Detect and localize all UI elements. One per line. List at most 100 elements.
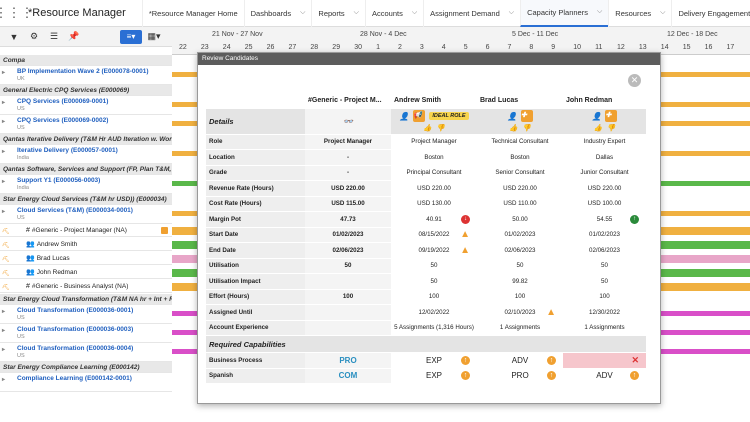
timeline-day-label: 14 (660, 44, 669, 51)
project-name[interactable]: CPQ Services (E000069-0002) (17, 117, 108, 124)
gantt-bar (172, 349, 197, 354)
thumbs-down-icon[interactable]: 👎 (522, 124, 531, 132)
generic-value: 50 (344, 262, 352, 270)
tab-dashboards[interactable]: Dashboards ⌵ (243, 0, 312, 27)
filter-icon[interactable]: ▼ (6, 30, 22, 44)
gantt-bar (661, 330, 750, 335)
expand-icon[interactable]: ▸ (2, 69, 5, 78)
chevron-down-icon[interactable]: ⌵ (509, 9, 514, 17)
expand-icon[interactable]: ▸ (2, 208, 5, 217)
resource-name[interactable]: #Generic - Project Manager (NA) (32, 227, 127, 234)
candidate-value: Dallas (595, 153, 614, 161)
attribute-label: Revenue Rate (Hours) (206, 180, 305, 197)
glasses-icon[interactable]: 👓 (343, 117, 353, 126)
resource-row[interactable]: 👥 Andrew Smith ⛏ (0, 238, 172, 251)
tab-capacity-planners[interactable]: Capacity Planners ⌵ (520, 0, 609, 27)
expand-icon[interactable]: ▸ (2, 178, 5, 187)
expand-icon[interactable]: ▸ (2, 308, 5, 317)
app-launcher-icon[interactable]: ⋮⋮⋮ (0, 0, 34, 27)
megaphone-icon[interactable]: 📢 (413, 110, 426, 122)
project-name[interactable]: Cloud Transformation (E000036-0004) (17, 345, 133, 352)
expand-icon[interactable]: ▸ (2, 118, 5, 127)
expand-icon[interactable]: ▸ (2, 346, 5, 355)
resource-name[interactable]: #Generic - Business Analyst (NA) (32, 283, 128, 290)
chevron-down-icon[interactable]: ⌵ (660, 9, 665, 17)
project-row[interactable]: Cloud Transformation (E000036-0004) US ▸ (0, 343, 172, 362)
thumbs-up-icon[interactable]: 👍 (423, 124, 432, 132)
project-row[interactable]: Cloud Transformation (E000036-0003) US ▸ (0, 324, 172, 343)
expand-icon[interactable]: ▸ (2, 148, 5, 157)
thumbs-up-icon[interactable]: 👍 (594, 124, 603, 132)
view-mode-button[interactable]: ≡▾ (120, 29, 142, 44)
chevron-down-icon[interactable]: ⌵ (412, 9, 417, 17)
candidate-value: 40.91 (426, 215, 442, 223)
gantt-bar (661, 72, 750, 77)
project-name[interactable]: Cloud Services (T&M) (E000034-0001) (17, 207, 133, 214)
puzzle-icon[interactable]: ✚ (605, 110, 618, 122)
resource-row[interactable]: # #Generic - Project Manager (NA) ⛏ (0, 224, 172, 237)
details-label: Details (206, 108, 305, 135)
resource-row[interactable]: 👥 Brad Lucas ⛏ (0, 252, 172, 265)
resource-name[interactable]: Andrew Smith (37, 241, 77, 248)
project-name[interactable]: Cloud Transformation (E000036-0003) (17, 326, 133, 333)
candidate-value: 100 (428, 293, 440, 301)
thumbs-down-icon[interactable]: 👎 (607, 124, 616, 132)
timeline-header: 21 Nov - 27 Nov 28 Nov - 4 Dec 5 Dec - 11 … (172, 27, 750, 55)
candidate-value: 02/06/2023 (504, 246, 536, 254)
tab-resources[interactable]: Resources ⌵ (608, 0, 671, 27)
project-row[interactable]: BP Implementation Wave 2 (E000078-0001) U… (0, 66, 172, 85)
person-icon: 👤 (591, 111, 602, 121)
project-name[interactable]: Support Y1 (E000056-0003) (17, 177, 100, 184)
generic-value: Project Manager (323, 138, 373, 146)
expand-icon[interactable]: ▸ (2, 327, 5, 336)
list-icon[interactable]: ☰ (46, 30, 62, 44)
tab-assignment-demand[interactable]: Assignment Demand ⌵ (423, 0, 520, 27)
capability-row: Business Process PRO EXP ↑ ADV ↑ ✕ (206, 352, 646, 369)
tab-resource-manager-home[interactable]: *Resource Manager Home (141, 0, 244, 27)
chevron-down-icon[interactable]: ⌵ (300, 9, 305, 17)
expand-icon[interactable]: ▸ (2, 99, 5, 108)
project-row[interactable]: CPQ Services (E000069-0001) US ▸ (0, 96, 172, 115)
tab-delivery-engagements[interactable]: Delivery Engagements (671, 0, 750, 27)
project-name[interactable]: Iterative Delivery (E000057-0001) (17, 147, 118, 154)
resource-name[interactable]: Brad Lucas (37, 255, 70, 262)
project-row[interactable]: CPQ Services (E000069-0002) US ▸ (0, 115, 172, 134)
thumbs-up-icon[interactable]: 👍 (509, 124, 518, 132)
project-row[interactable]: Cloud Services (T&M) (E000034-0001) US ▸ (0, 205, 172, 224)
gantt-bar (172, 102, 197, 107)
required-level: COM (338, 371, 358, 381)
calendar-view-icon[interactable]: ▦▾ (146, 30, 162, 44)
gantt-bar (172, 72, 197, 77)
timeline-day-label: 25 (244, 44, 253, 51)
expand-icon[interactable]: ▸ (2, 376, 5, 385)
resource-row[interactable]: 👥 John Redman ⛏ (0, 266, 172, 279)
resource-name[interactable]: John Redman (37, 269, 77, 276)
timeline-day-label: 6 (485, 44, 490, 51)
gear-icon[interactable]: ⚙ (26, 30, 42, 44)
pin-icon[interactable]: 📌 (66, 30, 82, 44)
arrow-up-icon: ↑ (630, 214, 639, 224)
project-row[interactable]: Cloud Transformation (E000036-0001) US ▸ (0, 305, 172, 324)
project-name[interactable]: CPQ Services (E000069-0001) (17, 98, 108, 105)
chevron-down-icon[interactable]: ⌵ (354, 9, 359, 17)
project-row[interactable]: Iterative Delivery (E000057-0001) India ▸ (0, 145, 172, 164)
chevron-down-icon[interactable]: ⌵ (597, 8, 602, 16)
project-name[interactable]: Compliance Learning (E000142-0001) (17, 375, 132, 382)
project-name[interactable]: Cloud Transformation (E000036-0001) (17, 307, 133, 314)
thumbs-down-icon[interactable]: 👎 (436, 124, 445, 132)
project-name[interactable]: BP Implementation Wave 2 (E000078-0001) (17, 68, 149, 75)
top-nav: ⋮⋮⋮ *Resource Manager *Resource Manager … (0, 0, 750, 27)
warning-icon: ▲ (546, 306, 556, 318)
tab-reports[interactable]: Reports ⌵ (311, 0, 365, 27)
resource-row[interactable]: # #Generic - Business Analyst (NA) ⛏ (0, 280, 172, 293)
close-icon[interactable]: ✕ (628, 74, 641, 87)
candidate-value: 50 (516, 262, 524, 270)
project-row[interactable]: Compliance Learning (E000142-0001) ▸ (0, 373, 172, 392)
candidate-value: 12/02/2022 (418, 308, 450, 316)
project-row[interactable]: Support Y1 (E000056-0003) India ▸ (0, 175, 172, 194)
candidate-value: USD 220.00 (417, 184, 451, 192)
candidate-level: EXP (425, 371, 442, 381)
tab-accounts[interactable]: Accounts ⌵ (364, 0, 423, 27)
puzzle-icon[interactable]: ✚ (520, 110, 533, 122)
capability-row: Spanish COM EXP ↑ PRO ↑ ADV ↑ (206, 368, 646, 384)
